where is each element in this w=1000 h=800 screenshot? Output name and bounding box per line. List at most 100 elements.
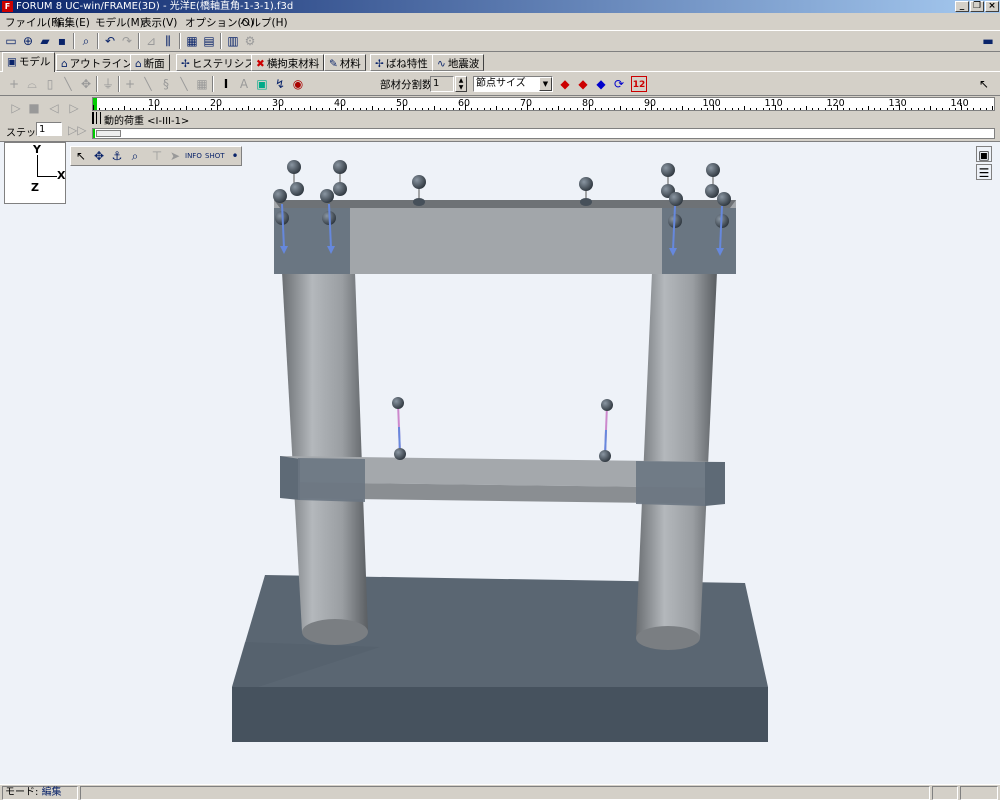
- undo-icon[interactable]: ↶: [102, 33, 118, 49]
- cursor-icon[interactable]: ↖: [976, 76, 992, 92]
- ruler-tick-label: 90: [644, 98, 657, 109]
- node[interactable]: [333, 182, 347, 196]
- line-icon[interactable]: ╲: [60, 76, 76, 92]
- member-display-icon[interactable]: ◆: [575, 76, 591, 92]
- load-icon[interactable]: ↯: [272, 76, 288, 92]
- export-icon[interactable]: ▤: [201, 33, 217, 49]
- outline-icon: ⌂: [61, 58, 68, 70]
- segment-spinner[interactable]: ▲ ▼: [455, 76, 467, 92]
- tab-material[interactable]: ✎ 材料: [324, 54, 366, 71]
- tab-spring[interactable]: ✢ ばね特性: [370, 54, 433, 71]
- ruler-tick: [750, 108, 752, 110]
- cap-beam[interactable]: [274, 200, 736, 274]
- refresh-icon[interactable]: ⟳: [611, 76, 627, 92]
- ruler-tick-label: 110: [764, 98, 783, 109]
- status-bar: モード: 編集: [0, 784, 1000, 800]
- redo-icon[interactable]: ↷: [119, 33, 135, 49]
- skip-end-icon[interactable]: ▷▷: [68, 122, 86, 138]
- timeline-ruler[interactable]: 10 20 30 40 50 60 70 80 90 100 110 120 130 140: [92, 97, 995, 111]
- segment-count-input[interactable]: 1: [430, 76, 454, 92]
- move-icon[interactable]: ✥: [78, 76, 94, 92]
- link-icon[interactable]: ╲: [176, 76, 192, 92]
- window-menu-icon[interactable]: ▬: [980, 33, 996, 49]
- new-wizard-icon[interactable]: ⊕: [20, 33, 36, 49]
- minimize-button[interactable]: _: [955, 1, 969, 12]
- report-icon[interactable]: ▦: [184, 33, 200, 49]
- add-member-icon[interactable]: ⌓: [24, 76, 40, 92]
- load-display-icon[interactable]: ◆: [593, 76, 609, 92]
- node[interactable]: [320, 189, 334, 203]
- node[interactable]: [661, 163, 675, 177]
- track-label[interactable]: 動的荷重 <I-III-1>: [104, 112, 189, 127]
- tab-section[interactable]: ⌂ 断面: [130, 54, 170, 71]
- open-folder-icon[interactable]: ▰: [37, 33, 53, 49]
- delete-icon[interactable]: ▯: [42, 76, 58, 92]
- node[interactable]: [394, 448, 406, 460]
- menu-help[interactable]: ヘルプ(H): [240, 15, 288, 30]
- diagonal-icon[interactable]: ╲: [140, 76, 156, 92]
- spring-tool-icon[interactable]: §: [158, 76, 174, 92]
- step-forward-icon[interactable]: ▷: [66, 100, 82, 116]
- display-size-select[interactable]: 節点サイズ ▼: [473, 76, 553, 92]
- step-back-icon[interactable]: ◁: [46, 100, 62, 116]
- node[interactable]: [579, 177, 593, 191]
- tie-beam[interactable]: [280, 456, 725, 506]
- restore-button[interactable]: ❐: [970, 1, 984, 12]
- settings-icon[interactable]: ⚙: [242, 33, 258, 49]
- node[interactable]: [273, 189, 287, 203]
- menu-view[interactable]: 表示(V): [141, 15, 177, 30]
- menu-model[interactable]: モデル(M): [95, 15, 144, 30]
- stop-icon[interactable]: ■: [26, 100, 42, 116]
- ruler-tick: [576, 108, 578, 110]
- node[interactable]: [290, 182, 304, 196]
- add-node-icon[interactable]: +: [6, 76, 22, 92]
- app-icon[interactable]: F: [2, 1, 13, 12]
- tab-model[interactable]: ▣ モデル: [2, 52, 56, 72]
- mass-icon[interactable]: ◉: [290, 76, 306, 92]
- tab-hysteresis[interactable]: ✢ ヒステリシス: [176, 54, 260, 71]
- tab-constraint[interactable]: ✖ 横拘束材料: [251, 54, 325, 71]
- section-shape-icon[interactable]: I: [218, 76, 234, 92]
- text-icon[interactable]: A: [236, 76, 252, 92]
- save-icon[interactable]: ▪: [54, 33, 70, 49]
- play-icon[interactable]: ▷: [8, 100, 24, 116]
- grid-icon[interactable]: ▦: [194, 76, 210, 92]
- tab-wave[interactable]: ∿ 地震波: [432, 54, 485, 71]
- print-preview-icon[interactable]: ⌕: [78, 33, 94, 49]
- tab-outline[interactable]: ⌂ アウトライン: [56, 54, 138, 71]
- node[interactable]: [287, 160, 301, 174]
- ruler-tick: [886, 108, 888, 110]
- progress-thumb[interactable]: [96, 130, 121, 137]
- menu-file[interactable]: ファイル(F): [5, 15, 61, 30]
- node[interactable]: [601, 399, 613, 411]
- chevron-down-icon[interactable]: ▼: [539, 77, 552, 91]
- node[interactable]: [412, 175, 426, 189]
- node[interactable]: [392, 397, 404, 409]
- cross-icon[interactable]: +: [122, 76, 138, 92]
- frame-model-3d[interactable]: [0, 142, 1000, 784]
- node[interactable]: [706, 163, 720, 177]
- node-display-icon[interactable]: ◆: [557, 76, 573, 92]
- support-icon[interactable]: ⏚: [100, 76, 116, 92]
- step-progress-bar[interactable]: [92, 128, 995, 139]
- results-icon[interactable]: ⫼: [160, 33, 176, 49]
- node[interactable]: [717, 192, 731, 206]
- model-viewport[interactable]: Y X Z ↖ ✥ ⚓ ⌕ ⊤ ➤ INFO SHOT • ▣ ☰: [0, 141, 1000, 784]
- menu-edit[interactable]: 編集(E): [54, 15, 90, 30]
- image-icon[interactable]: ▣: [254, 76, 270, 92]
- node[interactable]: [333, 160, 347, 174]
- label-icon[interactable]: 12: [631, 76, 647, 92]
- node[interactable]: [669, 192, 683, 206]
- node[interactable]: [705, 184, 719, 198]
- ruler-tick: [161, 108, 163, 110]
- node[interactable]: [599, 450, 611, 462]
- step-input[interactable]: 1: [36, 122, 62, 136]
- ruler-tick: [812, 108, 814, 110]
- new-file-icon[interactable]: ▭: [3, 33, 19, 49]
- status-message: [80, 786, 930, 800]
- tie-beam-springs[interactable]: [392, 397, 613, 462]
- calc-icon[interactable]: ⊿: [143, 33, 159, 49]
- document-icon[interactable]: ▥: [225, 33, 241, 49]
- ruler-tick: [675, 108, 677, 110]
- close-button[interactable]: ×: [985, 1, 999, 12]
